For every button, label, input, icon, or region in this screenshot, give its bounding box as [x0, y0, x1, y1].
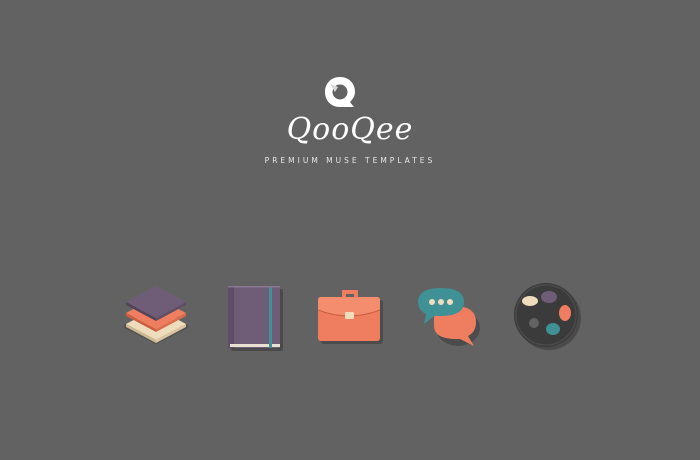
qooqee-logo-icon: [322, 74, 358, 110]
brand-tagline: PREMIUM MUSE TEMPLATES: [264, 156, 436, 165]
brand-name: QooQee: [286, 112, 414, 147]
layers-icon: [120, 280, 192, 352]
briefcase-icon: [314, 280, 386, 352]
notebook-icon: [220, 280, 292, 352]
chat-bubbles-icon: [412, 280, 484, 352]
palette-icon: [510, 280, 582, 352]
